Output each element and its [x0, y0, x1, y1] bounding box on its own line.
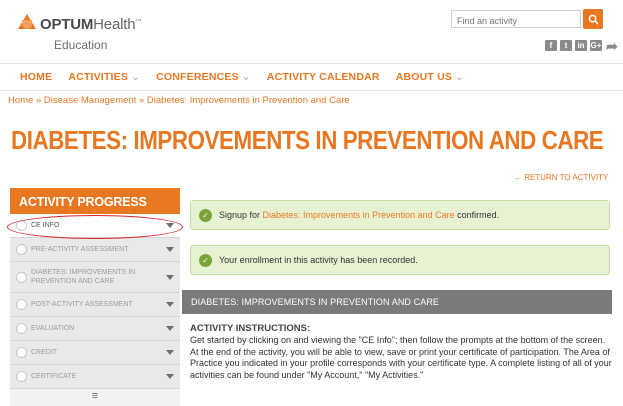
status-circle-icon	[16, 271, 27, 283]
check-icon: ✓	[199, 208, 212, 222]
chevron-down-icon: ⌄	[455, 71, 465, 83]
sidebar-heading: ACTIVITY PROGRESS	[10, 188, 180, 214]
search-field[interactable]	[451, 10, 581, 29]
facebook-icon[interactable]: f	[545, 40, 557, 51]
status-circle-icon	[16, 347, 27, 358]
breadcrumb-separator: »	[35, 95, 42, 106]
progress-item-label: DIABETES: IMPROVEMENTS IN PREVENTION AND…	[31, 269, 136, 285]
status-circle-icon	[16, 244, 27, 255]
status-circle-icon	[16, 220, 27, 231]
signup-alert-text: Signup for Diabetes: Improvements in Pre…	[219, 210, 500, 220]
chevron-down-icon[interactable]	[166, 247, 174, 252]
brand-name: OPTUMHealth™	[40, 16, 142, 33]
google-plus-icon[interactable]: G+	[590, 40, 602, 51]
progress-item-credit[interactable]: CREDIT	[10, 341, 180, 365]
progress-item-certificate[interactable]: CERTIFICATE	[10, 365, 180, 389]
chevron-down-icon[interactable]	[166, 302, 174, 307]
nav-item-conferences[interactable]: CONFERENCES ⌄	[156, 71, 251, 83]
social-links: f t in G+ ➦	[545, 39, 619, 53]
breadcrumb-home[interactable]: Home	[8, 95, 33, 106]
breadcrumb-current[interactable]: Diabetes: Improvements in Prevention and…	[147, 95, 350, 106]
nav-item-activity-calendar[interactable]: ACTIVITY CALENDAR	[267, 71, 380, 83]
page-title: DIABETES: IMPROVEMENTS IN PREVENTION AND…	[11, 125, 604, 155]
instructions-body: Get started by clicking on and viewing t…	[190, 335, 612, 380]
chevron-down-icon: ⌄	[131, 71, 141, 83]
nav-item-activities[interactable]: ACTIVITIES ⌄	[68, 71, 140, 83]
linkedin-icon[interactable]: in	[575, 40, 587, 51]
chevron-down-icon: ⌄	[241, 71, 251, 83]
search-button[interactable]	[583, 9, 603, 29]
optum-health-logo[interactable]: OPTUMHealth™ Education	[18, 12, 178, 60]
nav-item-home[interactable]: HOME	[20, 71, 52, 83]
chevron-down-icon[interactable]	[166, 223, 174, 228]
nav-divider	[0, 90, 623, 91]
share-icon[interactable]: ➦	[605, 39, 619, 53]
twitter-icon[interactable]: t	[560, 40, 572, 51]
instructions-title: ACTIVITY INSTRUCTIONS:	[190, 323, 311, 334]
check-icon: ✓	[199, 253, 212, 267]
chevron-down-icon[interactable]	[166, 274, 174, 280]
chevron-down-icon[interactable]	[166, 326, 174, 331]
search-input[interactable]	[452, 13, 580, 29]
breadcrumb: Home » Disease Management » Diabetes: Im…	[8, 95, 350, 106]
signup-confirmed-alert: ✓ Signup for Diabetes: Improvements in P…	[190, 200, 610, 230]
activity-progress-sidebar: ACTIVITY PROGRESS CE INFO PRE-ACTIVITY A…	[10, 188, 180, 406]
progress-item-evaluation[interactable]: EVALUATION	[10, 317, 180, 341]
status-circle-icon	[16, 371, 27, 382]
nav-item-about-us[interactable]: ABOUT US ⌄	[396, 71, 464, 83]
progress-item-label: CERTIFICATE	[31, 373, 77, 380]
progress-item-label: POST-ACTIVITY ASSESSMENT	[31, 301, 133, 308]
breadcrumb-disease-management[interactable]: Disease Management	[44, 95, 136, 106]
progress-item-ce-info[interactable]: CE INFO	[10, 214, 180, 238]
enrollment-alert-text: Your enrollment in this activity has bee…	[219, 255, 418, 265]
return-to-activity-link[interactable]: ← RETURN TO ACTIVITY	[514, 173, 608, 182]
progress-item-label: PRE-ACTIVITY ASSESSMENT	[31, 246, 129, 253]
section-header: DIABETES: IMPROVEMENTS IN PREVENTION AND…	[182, 290, 612, 314]
progress-item-label: CREDIT	[31, 349, 58, 356]
progress-item-label: EVALUATION	[31, 325, 75, 332]
brand-subtitle: Education	[54, 38, 108, 52]
progress-item-pre-activity-assessment[interactable]: PRE-ACTIVITY ASSESSMENT	[10, 238, 180, 262]
status-circle-icon	[16, 323, 27, 334]
chevron-down-icon[interactable]	[166, 350, 174, 355]
menu-icon[interactable]: ≡	[10, 389, 180, 403]
search-icon	[588, 14, 599, 25]
progress-item-post-activity-assessment[interactable]: POST-ACTIVITY ASSESSMENT	[10, 293, 180, 317]
enrollment-recorded-alert: ✓ Your enrollment in this activity has b…	[190, 245, 610, 275]
status-circle-icon	[16, 299, 27, 310]
main-nav: HOME ACTIVITIES ⌄ CONFERENCES ⌄ ACTIVITY C…	[20, 64, 480, 90]
breadcrumb-separator: »	[138, 95, 145, 106]
progress-item-activity-content[interactable]: DIABETES: IMPROVEMENTS IN PREVENTION AND…	[10, 262, 180, 293]
progress-item-label: CE INFO	[31, 222, 60, 229]
activity-link[interactable]: Diabetes: Improvements in Prevention and…	[263, 210, 455, 220]
chevron-down-icon[interactable]	[166, 374, 174, 379]
